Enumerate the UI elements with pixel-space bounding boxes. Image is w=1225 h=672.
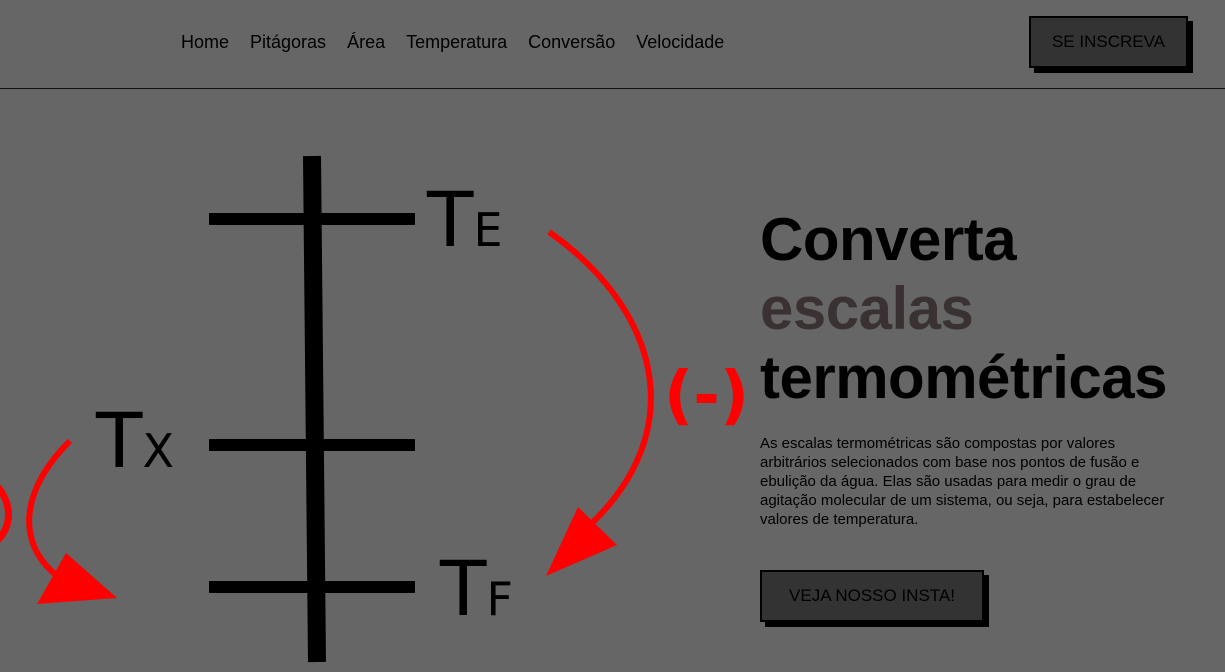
hero-title-line3: termométricas [760,344,1168,411]
nav-area[interactable]: Área [347,30,385,54]
nav-pitagoras[interactable]: Pitágoras [250,30,326,54]
label-te: TE [426,175,503,264]
thermometric-scale-diagram: TE TX TF (-) [0,155,749,663]
hero-title: Converta escalas termométricas [760,205,1200,412]
instagram-cta-button[interactable]: VEJA NOSSO INSTA! [760,570,984,622]
nav-temperatura[interactable]: Temperatura [406,30,507,54]
nav-conversao[interactable]: Conversão [528,30,615,54]
hero-title-line2: escalas [760,275,974,342]
label-tf: TF [439,544,513,633]
arrow-left-head [37,553,117,604]
page: Home Pitágoras Área Temperatura Conversã… [0,0,1225,672]
top-bar: Home Pitágoras Área Temperatura Conversã… [0,0,1225,89]
main-nav: Home Pitágoras Área Temperatura Conversã… [181,30,724,54]
nav-velocidade[interactable]: Velocidade [636,30,724,54]
label-tx: TX [95,396,174,485]
arrow-right-head [546,507,617,576]
nav-home[interactable]: Home [181,30,229,54]
subscribe-button[interactable]: SE INSCREVA [1029,16,1188,68]
hero-title-line1: Converta [760,206,1017,273]
hero-description: As escalas termométricas são compostas p… [760,435,1165,528]
partial-paren-left [0,484,12,543]
hero-text: Converta escalas termométricas As escala… [760,205,1200,529]
minus-sign-label: (-) [664,359,749,433]
arrow-right-curve [547,229,654,528]
